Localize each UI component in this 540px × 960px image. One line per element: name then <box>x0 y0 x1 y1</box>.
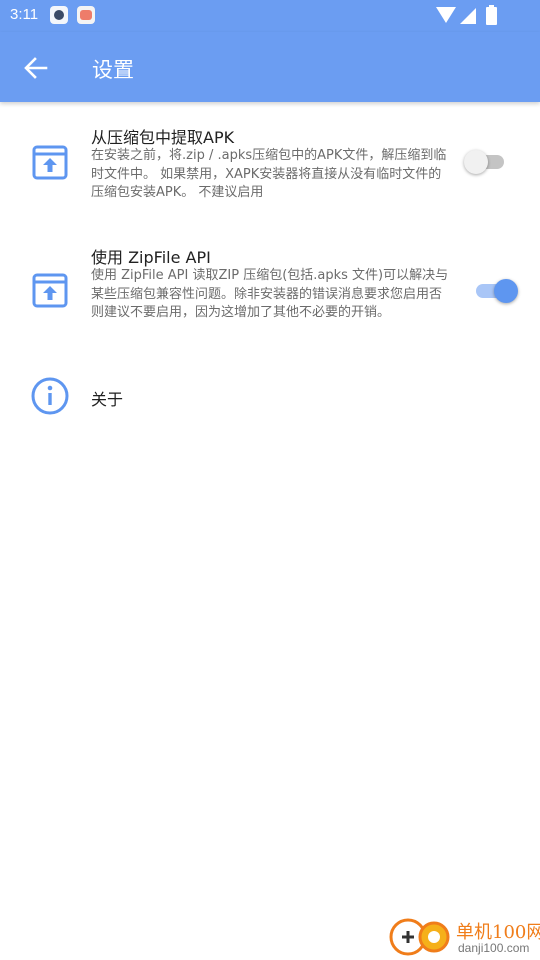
battery-charging-icon <box>486 5 497 25</box>
signal-icon <box>460 8 476 24</box>
setting-about[interactable]: 关于 <box>0 366 540 426</box>
watermark-url: danji100.com <box>458 941 530 955</box>
setting-extract-apk[interactable]: 从压缩包中提取APK 在安装之前，将.zip / .apks压缩包中的APK文件… <box>0 118 540 214</box>
watermark: 单机100网 danji100.com <box>388 914 540 960</box>
setting-title: 使用 ZipFile API <box>91 248 211 267</box>
archive-upload-icon <box>30 142 70 182</box>
info-circle-icon <box>30 376 70 416</box>
status-indicators <box>436 5 506 25</box>
wifi-icon <box>436 7 456 23</box>
health-app-icon <box>77 6 95 24</box>
watermark-logo-icon <box>389 918 450 956</box>
back-button[interactable] <box>14 46 58 90</box>
setting-title: 从压缩包中提取APK <box>91 128 235 147</box>
setting-zipfile-api[interactable]: 使用 ZipFile API 使用 ZipFile API 读取ZIP 压缩包(… <box>0 238 540 346</box>
extract-apk-toggle[interactable] <box>464 147 508 177</box>
app-toolbar: 设置 <box>0 32 540 102</box>
status-time: 3:11 <box>10 6 39 23</box>
setting-title: 关于 <box>91 390 124 409</box>
setting-description: 使用 ZipFile API 读取ZIP 压缩包(包括.apks 文件)可以解决… <box>91 268 449 320</box>
page-title: 设置 <box>92 58 134 82</box>
arrow-left-icon <box>24 57 48 79</box>
zipfile-api-toggle[interactable] <box>474 276 518 306</box>
switch-thumb <box>494 279 518 303</box>
status-bar: 3:11 <box>0 0 540 32</box>
setting-description: 在安装之前，将.zip / .apks压缩包中的APK文件，解压缩到临时文件中。… <box>91 148 447 200</box>
app-notification-icon <box>50 6 68 24</box>
switch-thumb <box>464 150 488 174</box>
archive-upload-icon <box>30 270 70 310</box>
